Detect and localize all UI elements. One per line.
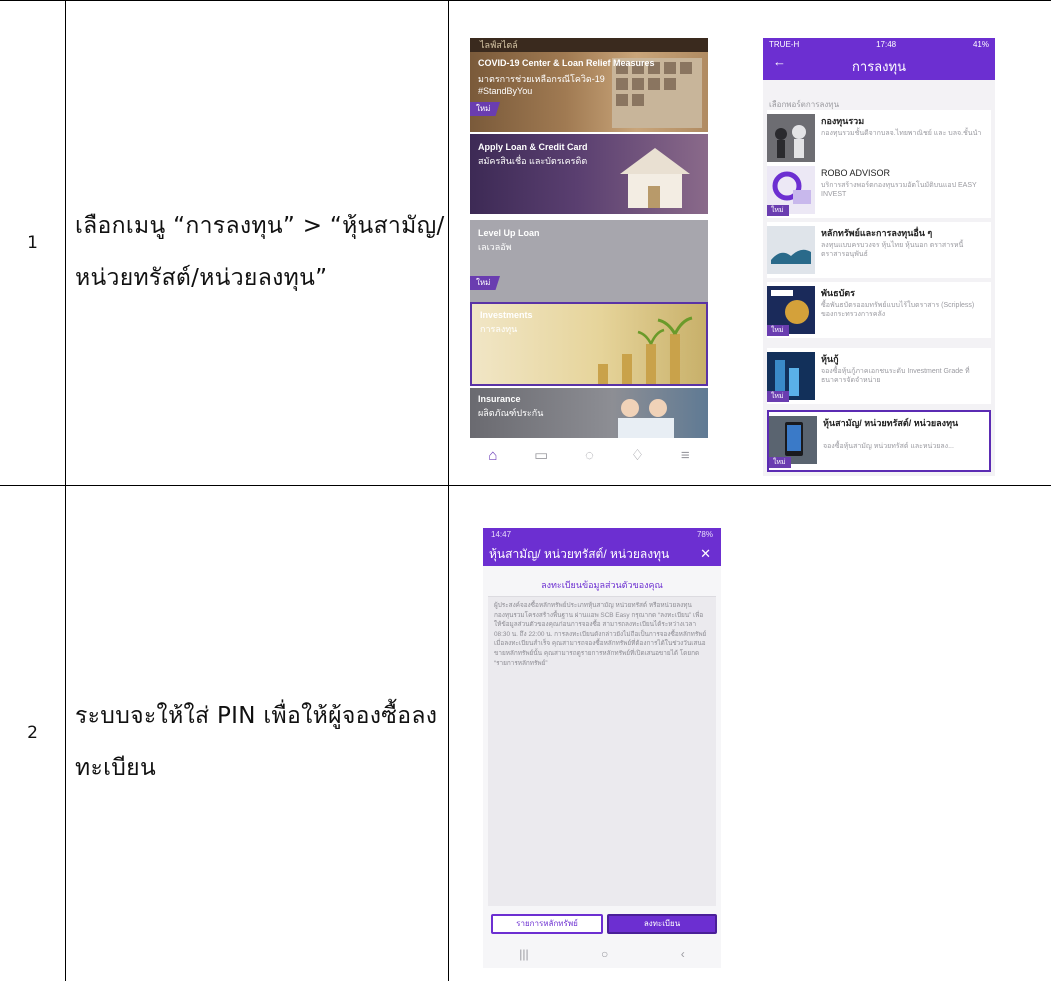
item-subtitle: กองทุนรวมชั้นดีจากบลจ.ไทยพาณิชย์ และ บลจ…: [821, 130, 982, 137]
clock-label: 17:48: [876, 40, 897, 49]
bell-icon[interactable]: ♢: [631, 446, 644, 464]
banner-levelup[interactable]: Level Up Loan เลเวลอัพ ใหม่: [470, 220, 708, 308]
banner-subtitle: สมัครสินเชื่อ และบัตรเครดิต: [478, 156, 588, 166]
item-title: พันธบัตร: [821, 288, 855, 298]
home-screen: ไลฟ์สไตล์ COVID-19 Center & Loan Relief …: [470, 38, 708, 472]
carrier-label: TRUE-H: [769, 40, 800, 49]
status-bar: ไลฟ์สไตล์: [470, 38, 708, 52]
new-badge: ใหม่: [769, 457, 791, 468]
section-subtitle: ลงทะเบียนข้อมูลส่วนตัวของคุณ: [541, 580, 663, 590]
menu-icon[interactable]: ≡: [681, 447, 690, 464]
item-subtitle: ลงทุนแบบครบวงจร หุ้นไทย หุ้นนอก ตราสารหน…: [821, 242, 964, 258]
item-title: หุ้นสามัญ/ หน่วยทรัสต์/ หน่วยลงทุน: [823, 418, 959, 428]
item-subtitle: ซื้อพันธบัตรออมทรัพย์แบบไร้ใบตราสาร (Scr…: [821, 302, 975, 318]
new-badge: ใหม่: [767, 205, 789, 216]
battery-label: 41%: [972, 40, 989, 49]
new-badge: ใหม่: [767, 325, 789, 336]
bottom-nav: ⌂ ▭ ◌ ♢ ≡: [470, 438, 708, 472]
plant-coins-image: [598, 316, 693, 384]
list-item-common-stock[interactable]: ใหม่ หุ้นสามัญ/ หน่วยทรัสต์/ หน่วยลงทุน …: [767, 410, 991, 472]
item-subtitle: บริการสร้างพอร์ตกองทุนรวมอัตโนมัติบนแอป …: [821, 182, 977, 198]
row-divider: [0, 485, 1051, 486]
app-header: หุ้นสามัญ/ หน่วยทรัสต์/ หน่วยลงทุน ✕: [483, 542, 721, 566]
house-image: [620, 148, 690, 208]
new-badge: ใหม่: [470, 102, 500, 116]
recent-apps-icon[interactable]: |||: [519, 947, 528, 961]
banner-subtitle: ผลิตภัณฑ์ประกัน: [478, 408, 544, 418]
banner-subtitle: เลเวลอัพ: [478, 242, 512, 252]
list-item-securities[interactable]: หลักทรัพย์และการลงทุนอื่น ๆ ลงทุนแบบครบว…: [767, 222, 991, 278]
banner-insurance[interactable]: Insurance ผลิตภัณฑ์ประกัน: [470, 388, 708, 438]
banner-hashtag: #StandByYou: [478, 86, 533, 96]
item-title: หลักทรัพย์และการลงทุนอื่น ๆ: [821, 228, 933, 238]
battery-label: 78%: [696, 530, 713, 539]
banner-loan[interactable]: Apply Loan & Credit Card สมัครสินเชื่อ แ…: [470, 134, 708, 214]
banner-investments[interactable]: Investments การลงทุน: [470, 302, 708, 386]
new-badge: ใหม่: [470, 276, 500, 290]
chess-image: [767, 114, 815, 162]
info-text: ผู้ประสงค์จองซื้อหลักทรัพย์ประเภทหุ้นสาม…: [488, 596, 716, 906]
register-screen: 14:47 78% หุ้นสามัญ/ หน่วยทรัสต์/ หน่วยล…: [483, 528, 721, 968]
status-bar: 14:47 78%: [483, 528, 721, 542]
banner-covid[interactable]: COVID-19 Center & Loan Relief Measures ม…: [470, 52, 708, 132]
banner-title: Investments: [480, 310, 533, 320]
app-header: TRUE-H 17:48 41% ← การลงทุน: [763, 38, 995, 80]
page-title: การลงทุน: [852, 59, 906, 74]
col-divider: [65, 0, 66, 981]
wallet-icon[interactable]: ▭: [534, 446, 548, 464]
android-nav: ||| ○ ‹: [483, 940, 721, 968]
item-title: ROBO ADVISOR: [821, 168, 891, 178]
list-item-bonds[interactable]: ใหม่ พันธบัตร ซื้อพันธบัตรออมทรัพย์แบบไร…: [767, 282, 991, 338]
new-badge: ใหม่: [767, 391, 789, 402]
item-subtitle: จองซื้อหุ้นสามัญ หน่วยทรัสต์ และหน่วยลง.…: [823, 443, 954, 450]
home-icon[interactable]: ⌂: [488, 447, 497, 464]
home-circle-icon[interactable]: ○: [601, 947, 608, 961]
close-icon[interactable]: ✕: [700, 542, 711, 566]
step-number: 2: [27, 723, 38, 743]
step-description: ระบบจะให้ใส่ PIN เพื่อให้ผู้จองซื้อลงทะเ…: [75, 703, 438, 781]
photo-collage-image: [612, 58, 702, 128]
securities-list-button[interactable]: รายการหลักทรัพย์: [491, 914, 603, 934]
scan-icon[interactable]: ◌: [585, 447, 594, 464]
list-item-mutual-fund[interactable]: กองทุนรวม กองทุนรวมชั้นดีจากบลจ.ไทยพาณิช…: [767, 110, 991, 166]
item-subtitle: จองซื้อหุ้นกู้ภาคเอกชนระดับ Investment G…: [821, 368, 970, 384]
step-number: 1: [27, 232, 38, 253]
banner-title: Apply Loan & Credit Card: [478, 142, 588, 152]
banner-subtitle: การลงทุน: [480, 324, 518, 334]
register-button[interactable]: ลงทะเบียน: [607, 914, 717, 934]
banner-title: COVID-19 Center & Loan Relief Measures: [478, 58, 655, 68]
col-divider: [448, 0, 449, 981]
list-item-debentures[interactable]: ใหม่ หุ้นกู้ จองซื้อหุ้นกู้ภาคเอกชนระดับ…: [767, 348, 991, 404]
list-item-robo-advisor[interactable]: ใหม่ ROBO ADVISOR บริการสร้างพอร์ตกองทุน…: [767, 162, 991, 218]
investments-screen: TRUE-H 17:48 41% ← การลงทุน เลือกพอร์ตกา…: [763, 38, 995, 476]
table-border-top: [0, 0, 1051, 1]
item-title: หุ้นกู้: [821, 354, 839, 364]
item-title: กองทุนรวม: [821, 116, 865, 126]
page-title: หุ้นสามัญ/ หน่วยทรัสต์/ หน่วยลงทุน: [489, 547, 670, 561]
step-description: เลือกเมนู “การลงทุน” > “หุ้นสามัญ/หน่วยท…: [75, 213, 445, 291]
family-image: [618, 399, 674, 438]
back-chevron-icon[interactable]: ‹: [681, 947, 685, 961]
banner-subtitle: มาตรการช่วยเหลือกรณีโควิด-19: [478, 74, 605, 84]
status-bar: TRUE-H 17:48 41%: [769, 40, 989, 49]
banner-title: Insurance: [478, 394, 521, 404]
clock-label: 14:47: [491, 530, 512, 539]
banner-title: Level Up Loan: [478, 228, 540, 238]
bull-bear-image: [767, 226, 815, 274]
